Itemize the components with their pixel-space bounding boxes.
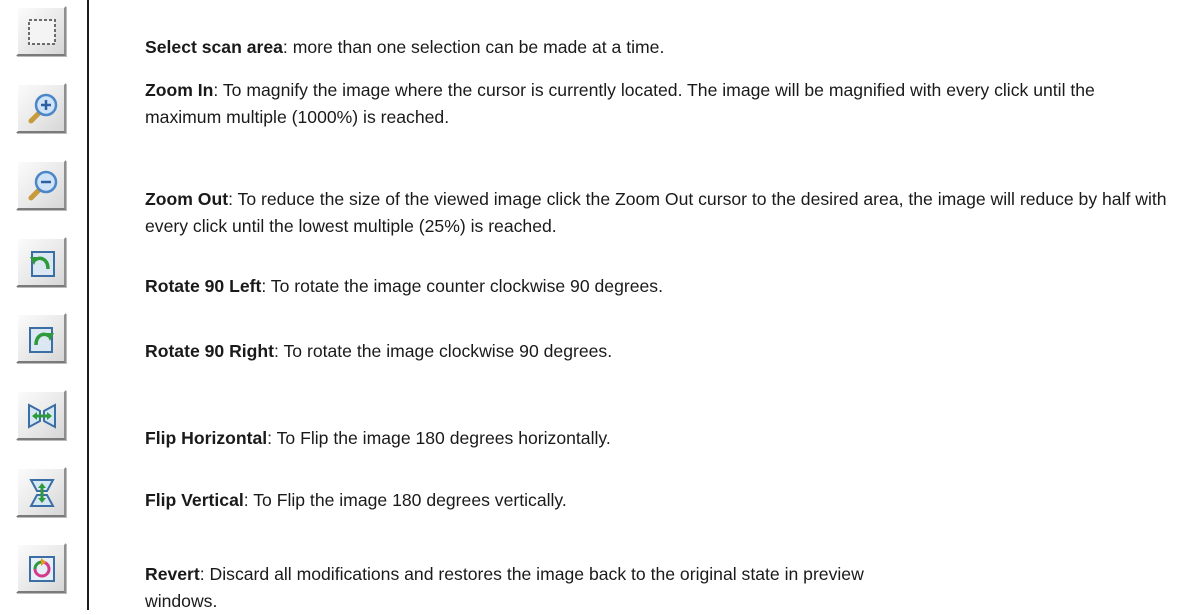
image-toolbar	[13, 0, 89, 610]
rotate-left-description: Rotate 90 Left: To rotate the image coun…	[145, 273, 1175, 300]
zoom-in-icon	[28, 93, 58, 124]
rotate-left-button[interactable]	[16, 237, 66, 287]
flip-horizontal-text: : To Flip the image 180 degrees horizont…	[267, 428, 611, 448]
rotate-left-name: Rotate 90 Left	[145, 276, 262, 296]
revert-button[interactable]	[16, 543, 66, 593]
revert-description: Revert: Discard all modifications and re…	[145, 561, 865, 615]
select-area-description: Select scan area: more than one selectio…	[145, 34, 1175, 61]
rotate-right-button[interactable]	[16, 313, 66, 363]
toolbar-border	[87, 0, 89, 610]
zoom-in-description: Zoom In: To magnify the image where the …	[145, 77, 1175, 131]
revert-text: : Discard all modifications and restores…	[145, 564, 864, 611]
flip-horizontal-description: Flip Horizontal: To Flip the image 180 d…	[145, 425, 1175, 452]
flip-vertical-icon	[29, 479, 55, 507]
zoom-out-name: Zoom Out	[145, 189, 229, 209]
rotate-right-name: Rotate 90 Right	[145, 341, 275, 361]
revert-name: Revert	[145, 564, 200, 584]
revert-icon	[29, 556, 55, 582]
zoom-out-description: Zoom Out: To reduce the size of the view…	[145, 186, 1175, 240]
select-area-icon	[28, 19, 56, 45]
flip-horizontal-name: Flip Horizontal	[145, 428, 268, 448]
zoom-in-name: Zoom In	[145, 80, 214, 100]
select-area-text: : more than one selection can be made at…	[282, 37, 665, 57]
zoom-out-text: : To reduce the size of the viewed image…	[145, 189, 1167, 236]
rotate-right-text: : To rotate the image clockwise 90 degre…	[274, 341, 613, 361]
rotate-left-icon	[30, 251, 55, 277]
flip-vertical-name: Flip Vertical	[145, 490, 244, 510]
flip-vertical-description: Flip Vertical: To Flip the image 180 deg…	[145, 487, 1175, 514]
zoom-out-icon	[28, 170, 58, 201]
flip-horizontal-icon	[28, 403, 56, 429]
rotate-right-description: Rotate 90 Right: To rotate the image clo…	[145, 338, 1175, 365]
zoom-in-text: : To magnify the image where the cursor …	[145, 80, 1095, 127]
flip-horizontal-button[interactable]	[16, 390, 66, 440]
select-area-button[interactable]	[16, 6, 66, 56]
zoom-in-button[interactable]	[16, 83, 66, 133]
select-area-name: Select scan area	[145, 37, 283, 57]
zoom-out-button[interactable]	[16, 160, 66, 210]
rotate-right-icon	[29, 327, 54, 353]
rotate-left-text: : To rotate the image counter clockwise …	[261, 276, 663, 296]
flip-vertical-text: : To Flip the image 180 degrees vertical…	[243, 490, 567, 510]
flip-vertical-button[interactable]	[16, 467, 66, 517]
